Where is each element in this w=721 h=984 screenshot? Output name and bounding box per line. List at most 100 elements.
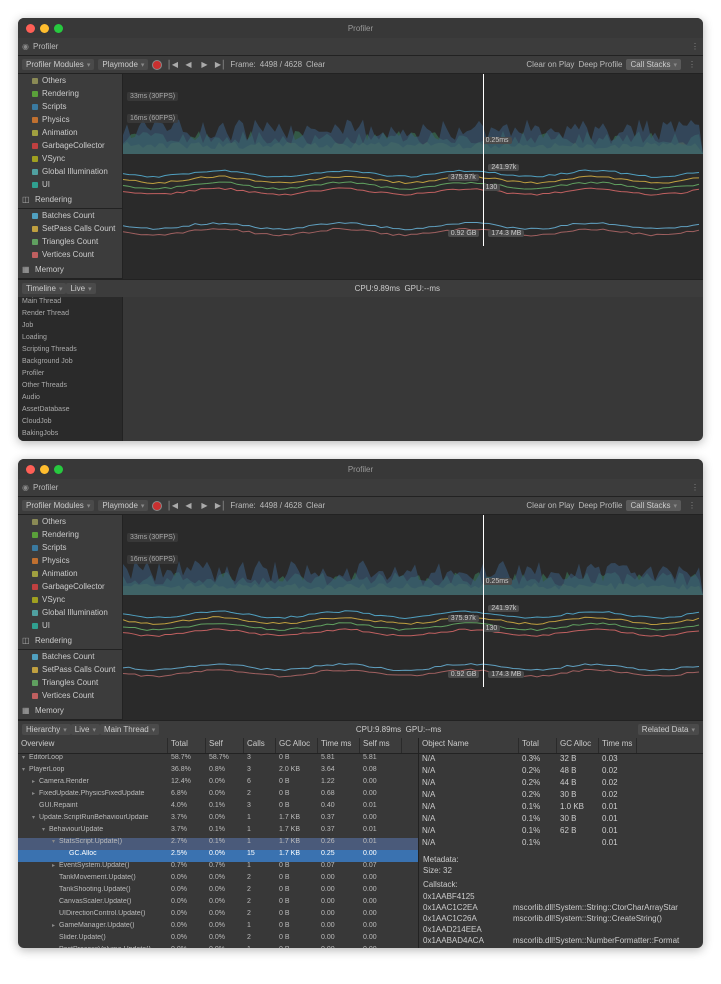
column-header[interactable]: GC Alloc	[557, 738, 599, 753]
module-item[interactable]: SetPass Calls Count	[18, 222, 122, 235]
module-item[interactable]: Animation	[18, 126, 122, 139]
module-item[interactable]: Vertices Count	[18, 248, 122, 261]
playmode-dropdown[interactable]: Playmode	[98, 500, 148, 511]
module-item[interactable]: UI	[18, 178, 122, 191]
maximize-icon[interactable]	[54, 24, 63, 33]
column-header[interactable]: Overview	[18, 738, 168, 753]
next-frame-button[interactable]: ▶│	[214, 59, 226, 71]
profiler-modules-dropdown[interactable]: Profiler Modules	[22, 59, 94, 70]
column-header[interactable]: Time ms	[599, 738, 637, 753]
column-header[interactable]: Self ms	[360, 738, 402, 753]
details-dropdown[interactable]: Related Data	[638, 724, 699, 735]
module-item[interactable]: Global Illumination	[18, 165, 122, 178]
module-item[interactable]: VSync	[18, 593, 122, 606]
hierarchy-row[interactable]: GC.Alloc2.5%0.0%151.7 KB0.250.00	[18, 850, 418, 862]
related-row[interactable]: N/A0.1%0.01	[419, 838, 703, 850]
hierarchy-row[interactable]: ▸GameManager.Update()0.0%0.0%10 B0.000.0…	[18, 922, 418, 934]
hierarchy-row[interactable]: TankShooting.Update()0.0%0.0%20 B0.000.0…	[18, 886, 418, 898]
column-header[interactable]: Total	[168, 738, 206, 753]
related-row[interactable]: N/A0.2%44 B0.02	[419, 778, 703, 790]
module-item[interactable]: Physics	[18, 554, 122, 567]
module-item[interactable]: Animation	[18, 567, 122, 580]
module-item[interactable]: SetPass Calls Count	[18, 663, 122, 676]
related-row[interactable]: N/A0.1%62 B0.01	[419, 826, 703, 838]
module-item[interactable]: Triangles Count	[18, 235, 122, 248]
related-row[interactable]: N/A0.3%32 B0.03	[419, 754, 703, 766]
memory-chart[interactable]: 0.92 GB 174.3 MB	[123, 216, 703, 246]
next-frame-button[interactable]: ▶│	[214, 500, 226, 512]
module-item[interactable]: Batches Count	[18, 650, 122, 663]
prev-frame-button[interactable]: │◀	[166, 500, 178, 512]
record-button[interactable]	[152, 60, 162, 70]
context-menu-icon[interactable]: ⋮	[685, 501, 699, 510]
module-item[interactable]: Rendering	[18, 87, 122, 100]
module-item[interactable]: Rendering	[18, 528, 122, 541]
maximize-icon[interactable]	[54, 465, 63, 474]
deep-profile-toggle[interactable]: Deep Profile	[578, 501, 622, 510]
minimize-icon[interactable]	[40, 24, 49, 33]
live-dropdown[interactable]: Live	[71, 724, 100, 735]
menu-icon[interactable]: ⋮	[691, 483, 699, 492]
step-back-button[interactable]: ◀	[182, 500, 194, 512]
profiler-tab[interactable]: Profiler	[33, 42, 58, 51]
clear-on-play-toggle[interactable]: Clear on Play	[526, 60, 574, 69]
module-item[interactable]: Others	[18, 515, 122, 528]
column-header[interactable]: GC Alloc	[276, 738, 318, 753]
module-item[interactable]: Others	[18, 74, 122, 87]
column-header[interactable]: Time ms	[318, 738, 360, 753]
module-item[interactable]: UI	[18, 619, 122, 632]
related-row[interactable]: N/A0.2%30 B0.02	[419, 790, 703, 802]
record-button[interactable]	[152, 501, 162, 511]
hierarchy-row[interactable]: ▾Update.ScriptRunBehaviourUpdate3.7%0.0%…	[18, 814, 418, 826]
related-row[interactable]: N/A0.1%1.0 KB0.01	[419, 802, 703, 814]
menu-icon[interactable]: ⋮	[691, 42, 699, 51]
minimize-icon[interactable]	[40, 465, 49, 474]
call-stacks-dropdown[interactable]: Call Stacks	[626, 500, 681, 511]
module-item[interactable]: Global Illumination	[18, 606, 122, 619]
rendering-chart[interactable]: 375.97k 130 241.97k	[123, 154, 703, 216]
deep-profile-toggle[interactable]: Deep Profile	[578, 60, 622, 69]
step-back-button[interactable]: ◀	[182, 59, 194, 71]
hierarchy-row[interactable]: GUI.Repaint4.0%0.1%30 B0.400.01	[18, 802, 418, 814]
cpu-chart[interactable]: 33ms (30FPS) 16ms (60FPS) 0.25ms	[123, 74, 703, 154]
hierarchy-row[interactable]: ▾EditorLoop58.7%58.7%30 B5.815.81	[18, 754, 418, 766]
module-item[interactable]: Vertices Count	[18, 689, 122, 702]
clear-button[interactable]: Clear	[306, 501, 325, 510]
hierarchy-row[interactable]: ▸Camera.Render12.4%0.0%60 B1.220.00	[18, 778, 418, 790]
close-icon[interactable]	[26, 465, 35, 474]
rendering-chart[interactable]: 375.97k 130 241.97k	[123, 595, 703, 657]
clear-on-play-toggle[interactable]: Clear on Play	[526, 501, 574, 510]
module-item[interactable]: VSync	[18, 152, 122, 165]
module-item[interactable]: GarbageCollector	[18, 580, 122, 593]
context-menu-icon[interactable]: ⋮	[685, 60, 699, 69]
view-mode-dropdown[interactable]: Timeline	[22, 283, 66, 294]
hierarchy-row[interactable]: Slider.Update()0.0%0.0%20 B0.000.00	[18, 934, 418, 946]
hierarchy-row[interactable]: ▸FixedUpdate.PhysicsFixedUpdate6.8%0.0%2…	[18, 790, 418, 802]
view-mode-dropdown[interactable]: Hierarchy	[22, 724, 71, 735]
call-stacks-dropdown[interactable]: Call Stacks	[626, 59, 681, 70]
clear-button[interactable]: Clear	[306, 60, 325, 69]
close-icon[interactable]	[26, 24, 35, 33]
hierarchy-row[interactable]: PostProcessVolume.Update()0.0%0.0%10 B0.…	[18, 946, 418, 948]
column-header[interactable]: Self	[206, 738, 244, 753]
profiler-tab[interactable]: Profiler	[33, 483, 58, 492]
module-item[interactable]: Triangles Count	[18, 676, 122, 689]
module-item[interactable]: Scripts	[18, 541, 122, 554]
profiler-modules-dropdown[interactable]: Profiler Modules	[22, 500, 94, 511]
column-header[interactable]: Object Name	[419, 738, 519, 753]
module-item[interactable]: Physics	[18, 113, 122, 126]
hierarchy-row[interactable]: UIDirectionControl.Update()0.0%0.0%20 B0…	[18, 910, 418, 922]
step-fwd-button[interactable]: ▶	[198, 59, 210, 71]
hierarchy-row[interactable]: TankMovement.Update()0.0%0.0%20 B0.000.0…	[18, 874, 418, 886]
related-row[interactable]: N/A0.1%30 B0.01	[419, 814, 703, 826]
cpu-chart[interactable]: 33ms (30FPS) 16ms (60FPS) 0.25ms	[123, 515, 703, 595]
thread-dropdown[interactable]: Main Thread	[100, 724, 159, 735]
module-item[interactable]: Batches Count	[18, 209, 122, 222]
column-header[interactable]: Calls	[244, 738, 276, 753]
prev-frame-button[interactable]: │◀	[166, 59, 178, 71]
hierarchy-row[interactable]: ▾PlayerLoop36.8%0.8%32.0 KB3.640.08	[18, 766, 418, 778]
hierarchy-row[interactable]: ▸EventSystem.Update()0.7%0.7%10 B0.070.0…	[18, 862, 418, 874]
step-fwd-button[interactable]: ▶	[198, 500, 210, 512]
live-dropdown[interactable]: Live	[66, 283, 95, 294]
hierarchy-row[interactable]: ▾StatsScript.Update()2.7%0.1%11.7 KB0.26…	[18, 838, 418, 850]
